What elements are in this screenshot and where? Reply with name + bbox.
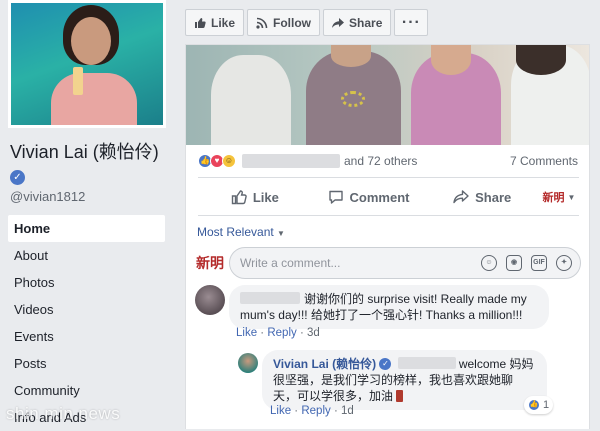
comment-time[interactable]: 3d xyxy=(307,327,320,339)
haha-reaction-icon: ☺ xyxy=(222,154,236,168)
redacted-tagged-name[interactable] xyxy=(397,357,456,369)
chevron-down-icon: ▼ xyxy=(277,229,285,238)
profile-picture[interactable] xyxy=(8,0,166,128)
like-reaction-icon: 👍 xyxy=(528,399,540,411)
reply-author-avatar[interactable] xyxy=(238,353,258,373)
comment-meta: Like · Reply · 3d xyxy=(236,327,320,339)
page-name: Vivian Lai (赖怡伶) xyxy=(10,142,159,162)
nav-item-events[interactable]: Events xyxy=(8,323,165,350)
sort-label: Most Relevant xyxy=(197,225,274,239)
comment-sort-selector[interactable]: Most Relevant ▼ xyxy=(197,225,285,239)
post-photo[interactable] xyxy=(186,45,589,145)
post-comment-button[interactable]: Comment xyxy=(312,189,426,205)
post-comment-label: Comment xyxy=(349,189,410,205)
thumbs-up-icon xyxy=(195,17,206,28)
page-handle: @vivian1812 xyxy=(10,189,86,204)
page-share-label: Share xyxy=(349,15,383,30)
profile-photo-glass xyxy=(73,67,83,95)
photo-necklace xyxy=(341,91,365,107)
divider xyxy=(198,177,579,178)
verified-badge-icon: ✓ xyxy=(10,170,25,185)
more-options-button[interactable]: ··· xyxy=(394,9,429,36)
photo-face-3 xyxy=(431,45,471,75)
nav-item-posts[interactable]: Posts xyxy=(8,350,165,377)
redacted-commenter-name[interactable] xyxy=(240,292,300,304)
page-title[interactable]: Vivian Lai (赖怡伶) ✓ xyxy=(10,140,170,188)
page-follow-button[interactable]: Follow xyxy=(247,9,321,36)
reply-meta: Like · Reply · 1d xyxy=(270,405,354,417)
emoji-icon[interactable]: ☺ xyxy=(481,255,497,271)
photo-hair-4 xyxy=(516,45,566,75)
post-like-label: Like xyxy=(252,189,279,205)
page-like-label: Like xyxy=(211,15,236,30)
reactions-text: and 72 others xyxy=(344,154,418,168)
comment-reply-link[interactable]: Reply xyxy=(267,327,296,339)
composer-icons: ☺ ◉ GIF ✦ xyxy=(481,255,572,271)
chevron-down-icon: ▼ xyxy=(567,192,576,202)
sticker-icon[interactable]: ✦ xyxy=(556,255,572,271)
photo-person-1 xyxy=(211,55,291,145)
profile-photo-dress xyxy=(51,73,137,125)
page-follow-label: Follow xyxy=(273,15,312,30)
reply-author-name[interactable]: Vivian Lai (赖怡伶) xyxy=(273,357,376,371)
verified-badge-icon: ✓ xyxy=(379,358,392,370)
nav-item-home[interactable]: Home xyxy=(8,215,165,242)
photo-faces xyxy=(331,45,371,67)
share-arrow-icon xyxy=(332,17,345,28)
page-logo-icon: 新明 xyxy=(542,191,565,204)
page-share-button[interactable]: Share xyxy=(323,9,392,36)
gif-icon[interactable]: GIF xyxy=(531,255,547,271)
composer-avatar[interactable]: 新明 xyxy=(195,249,225,279)
nav-item-community[interactable]: Community xyxy=(8,377,165,404)
profile-photo-face xyxy=(71,17,111,65)
comment-input[interactable]: Write a comment... ☺ ◉ GIF ✦ xyxy=(229,247,581,279)
comment-placeholder: Write a comment... xyxy=(240,256,341,270)
battery-emoji-icon xyxy=(396,390,404,402)
post-as-selector[interactable]: 新明 ▼ xyxy=(539,189,579,205)
commenter-avatar[interactable] xyxy=(195,285,225,315)
reply-like-count: 1 xyxy=(543,399,550,411)
share-arrow-icon xyxy=(453,190,469,204)
comment-bubble: 谢谢你们的 surprise visit! Really made my mum… xyxy=(229,285,549,329)
page-nav: Home About Photos Videos Events Posts Co… xyxy=(8,215,165,431)
post-like-button[interactable]: Like xyxy=(198,189,312,205)
comment-like-link[interactable]: Like xyxy=(236,327,257,339)
rss-icon xyxy=(256,17,268,29)
reactions-summary[interactable]: 👍 ♥ ☺ and 72 others xyxy=(198,152,417,170)
divider xyxy=(198,215,579,216)
post-share-label: Share xyxy=(475,189,512,205)
nav-item-about[interactable]: About xyxy=(8,242,165,269)
reply-time[interactable]: 1d xyxy=(341,405,354,417)
reply-like-link[interactable]: Like xyxy=(270,405,291,417)
comment-bubble-icon xyxy=(328,190,343,204)
post-actions-bar: Like Comment Share 新明 ▼ xyxy=(198,182,579,212)
comments-count[interactable]: 7 Comments xyxy=(510,154,578,168)
redacted-names xyxy=(242,154,340,168)
reply-reply-link[interactable]: Reply xyxy=(301,405,330,417)
reply-likes-badge[interactable]: 👍 1 xyxy=(524,396,554,414)
camera-icon[interactable]: ◉ xyxy=(506,255,522,271)
nav-item-videos[interactable]: Videos xyxy=(8,296,165,323)
watermark: shin min news xyxy=(6,404,121,423)
thumbs-up-icon xyxy=(231,190,247,205)
reply-bubble: Vivian Lai (赖怡伶) ✓ welcome 妈妈很坚强，是我们学习的榜… xyxy=(262,350,547,410)
page-action-bar: Like Follow Share ··· xyxy=(185,9,429,36)
nav-item-photos[interactable]: Photos xyxy=(8,269,165,296)
post-card: 👍 ♥ ☺ and 72 others 7 Comments Like Comm… xyxy=(185,44,590,429)
post-share-button[interactable]: Share xyxy=(425,189,539,205)
page-like-button[interactable]: Like xyxy=(185,9,245,36)
page-sidebar: Vivian Lai (赖怡伶) ✓ @vivian1812 Home Abou… xyxy=(0,0,175,429)
